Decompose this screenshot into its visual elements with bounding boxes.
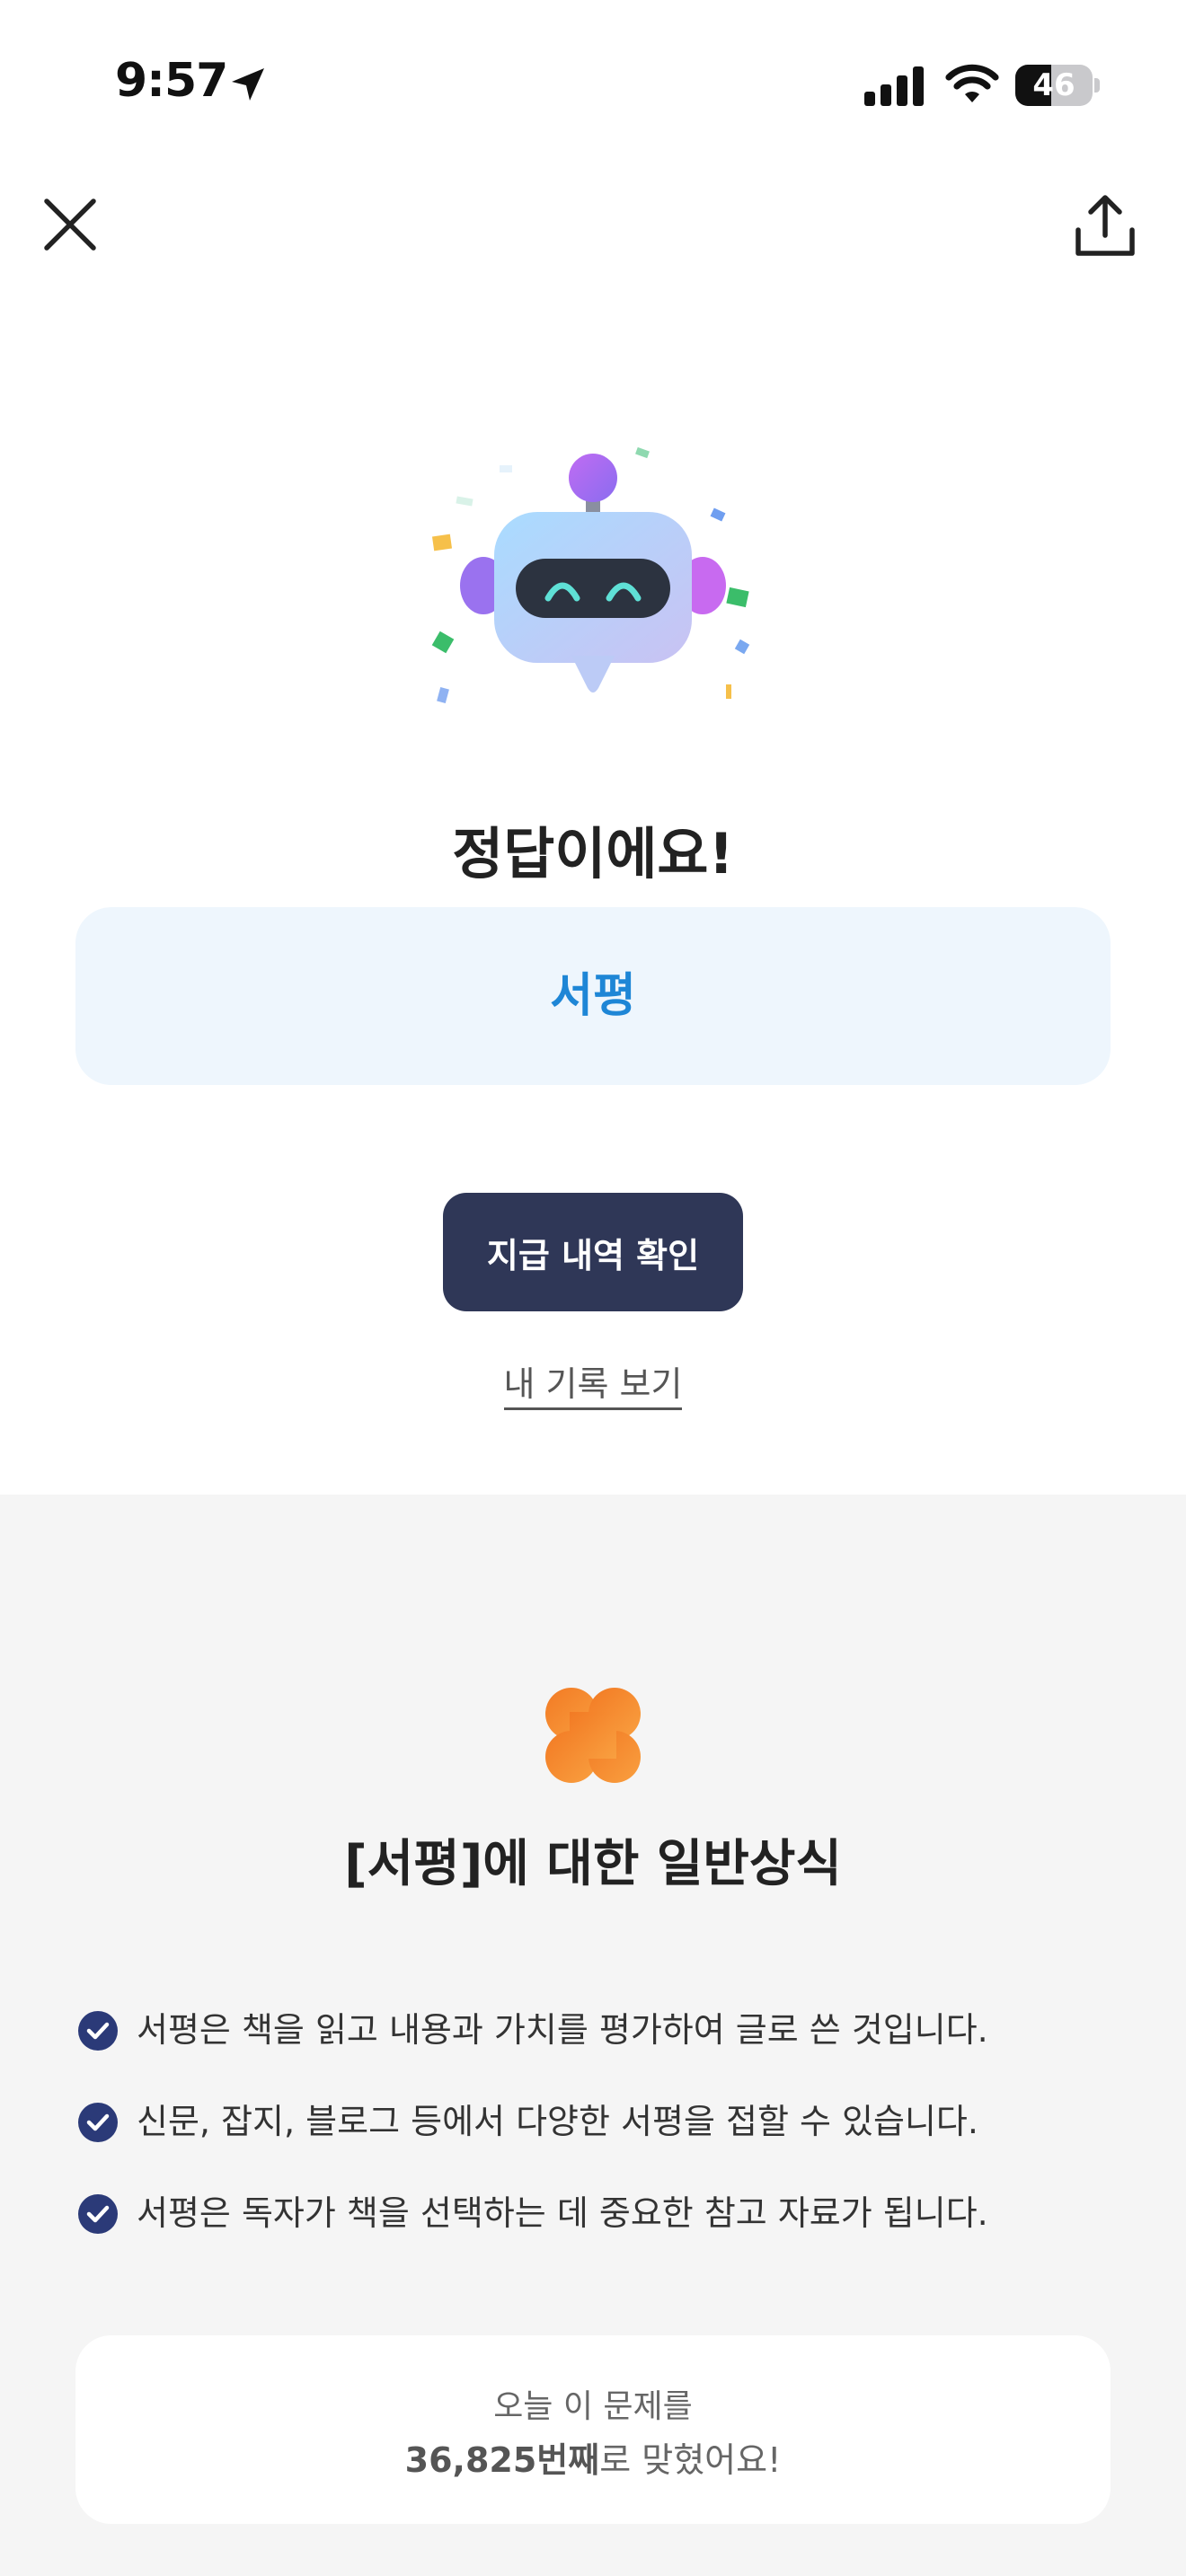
fact-text: 신문, 잡지, 블로그 등에서 다양한 서평을 접할 수 있습니다.	[137, 2102, 978, 2141]
answer-box: 서평	[75, 907, 1111, 1085]
wifi-icon	[945, 64, 999, 102]
share-icon	[1075, 195, 1135, 256]
result-title: 정답이에요!	[452, 821, 734, 887]
cellular-signal-icon	[864, 66, 924, 106]
solve-stat-card: 오늘 이 문제를 36,825번째로 맞혔어요!	[75, 2335, 1111, 2524]
fact-text: 서평은 독자가 책을 선택하는 데 중요한 참고 자료가 됩니다.	[137, 2193, 988, 2233]
my-records-link[interactable]: 내 기록 보기	[503, 1364, 683, 1410]
fact-text: 서평은 책을 읽고 내용과 가치를 평가하여 글로 쓴 것입니다.	[137, 2010, 988, 2050]
location-arrow-icon	[232, 68, 264, 101]
check-circle-icon	[78, 2103, 118, 2142]
status-time: 9:57	[115, 54, 228, 108]
view-payment-history-button[interactable]: 지급 내역 확인	[443, 1193, 743, 1311]
stat-line1: 오늘 이 문제를	[493, 2388, 693, 2425]
fact-item: 서평은 독자가 책을 선택하는 데 중요한 참고 자료가 됩니다.	[77, 2186, 1137, 2240]
stat-line2: 36,825번째로 맞혔어요!	[75, 2432, 1111, 2482]
close-icon	[44, 198, 96, 251]
solve-count: 36,825번째	[404, 2440, 600, 2480]
my-records-link-container: 내 기록 보기	[0, 1356, 1186, 1410]
fact-item: 서평은 책을 읽고 내용과 가치를 평가하여 글로 쓴 것입니다.	[77, 2003, 1137, 2057]
battery-percent: 46	[1032, 67, 1075, 103]
stat-suffix: 로 맞혔어요!	[599, 2440, 782, 2480]
close-button[interactable]	[38, 192, 102, 257]
clover-icon	[545, 1688, 641, 1783]
knowledge-title: [서평]에 대한 일반상식	[344, 1835, 842, 1893]
robot-mascot-illustration	[431, 446, 750, 704]
check-circle-icon	[78, 2011, 118, 2051]
battery-indicator: 46	[1015, 65, 1102, 106]
check-circle-icon	[78, 2194, 118, 2234]
fact-item: 신문, 잡지, 블로그 등에서 다양한 서평을 접할 수 있습니다.	[77, 2095, 1137, 2148]
share-button[interactable]	[1071, 192, 1139, 260]
answer-text: 서평	[550, 969, 636, 1023]
